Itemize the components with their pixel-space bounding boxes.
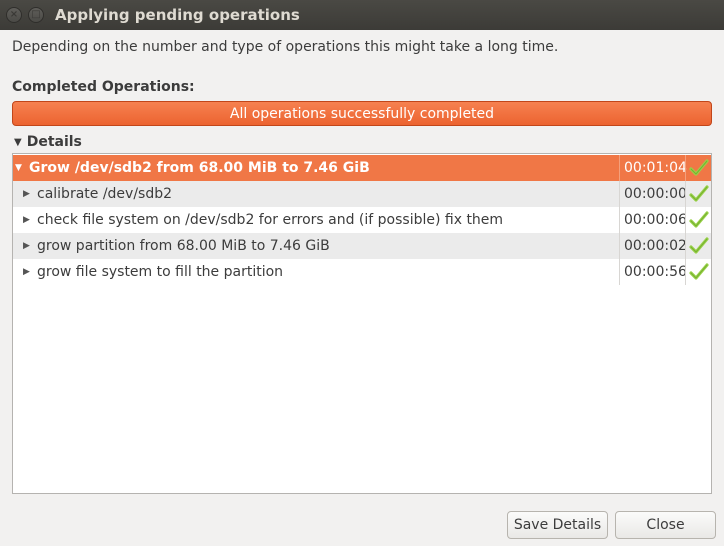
check-icon bbox=[685, 233, 711, 259]
title-bar: × □ Applying pending operations bbox=[0, 0, 724, 30]
operation-name: grow file system to fill the partition bbox=[37, 264, 284, 280]
expander-right-icon[interactable]: ▶ bbox=[23, 241, 37, 251]
operation-duration: 00:00:56 bbox=[619, 259, 687, 285]
operation-name: calibrate /dev/sdb2 bbox=[37, 186, 173, 202]
description-text: Depending on the number and type of oper… bbox=[12, 39, 559, 55]
progress-text: All operations successfully completed bbox=[229, 105, 495, 122]
window-maximize-button[interactable]: □ bbox=[28, 7, 44, 23]
tree-row-label: ▶ grow file system to fill the partition bbox=[23, 264, 283, 280]
expander-right-icon[interactable]: ▶ bbox=[23, 189, 37, 199]
tree-row[interactable]: ▶ grow partition from 68.00 MiB to 7.46 … bbox=[13, 233, 711, 259]
check-icon bbox=[685, 207, 711, 233]
tree-row-label: ▼ Grow /dev/sdb2 from 68.00 MiB to 7.46 … bbox=[15, 160, 370, 176]
tree-row-parent[interactable]: ▼ Grow /dev/sdb2 from 68.00 MiB to 7.46 … bbox=[13, 155, 711, 181]
close-button[interactable]: Close bbox=[615, 511, 716, 539]
details-label: Details bbox=[26, 134, 82, 150]
window-close-button[interactable]: × bbox=[6, 7, 22, 23]
progress-bar: All operations successfully completed bbox=[12, 101, 712, 126]
check-icon bbox=[685, 155, 711, 181]
expander-right-icon[interactable]: ▶ bbox=[23, 215, 37, 225]
expander-down-icon: ▼ bbox=[14, 136, 22, 148]
close-icon: × bbox=[9, 9, 19, 20]
operation-name: Grow /dev/sdb2 from 68.00 MiB to 7.46 Gi… bbox=[29, 160, 370, 176]
window-title: Applying pending operations bbox=[55, 6, 300, 24]
operation-name: grow partition from 68.00 MiB to 7.46 Gi… bbox=[37, 238, 330, 254]
expander-down-icon[interactable]: ▼ bbox=[15, 163, 29, 173]
tree-row-label: ▶ check file system on /dev/sdb2 for err… bbox=[23, 212, 503, 228]
operation-duration: 00:00:06 bbox=[619, 207, 687, 233]
tree-row[interactable]: ▶ grow file system to fill the partition… bbox=[13, 259, 711, 285]
tree-row-label: ▶ grow partition from 68.00 MiB to 7.46 … bbox=[23, 238, 330, 254]
save-details-button[interactable]: Save Details bbox=[507, 511, 608, 539]
expander-right-icon[interactable]: ▶ bbox=[23, 267, 37, 277]
tree-row[interactable]: ▶ calibrate /dev/sdb2 00:00:00 bbox=[13, 181, 711, 207]
operation-duration: 00:00:00 bbox=[619, 181, 687, 207]
operation-duration: 00:01:04 bbox=[619, 155, 687, 181]
operations-tree[interactable]: ▼ Grow /dev/sdb2 from 68.00 MiB to 7.46 … bbox=[12, 153, 712, 494]
check-icon bbox=[685, 259, 711, 285]
operation-duration: 00:00:02 bbox=[619, 233, 687, 259]
details-expander[interactable]: ▼ Details bbox=[14, 134, 82, 150]
check-icon bbox=[685, 181, 711, 207]
operation-name: check file system on /dev/sdb2 for error… bbox=[37, 212, 504, 228]
completed-operations-label: Completed Operations: bbox=[12, 79, 195, 95]
tree-row-label: ▶ calibrate /dev/sdb2 bbox=[23, 186, 172, 202]
maximize-icon: □ bbox=[31, 9, 41, 20]
tree-row[interactable]: ▶ check file system on /dev/sdb2 for err… bbox=[13, 207, 711, 233]
